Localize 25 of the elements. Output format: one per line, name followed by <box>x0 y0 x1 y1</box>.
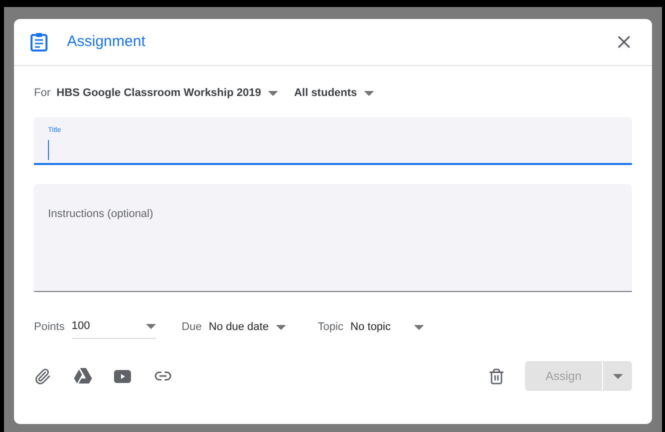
audience-dropdown[interactable]: All students <box>294 84 374 102</box>
setting-label: Points <box>34 320 65 335</box>
paperclip-icon[interactable] <box>34 368 51 384</box>
clipboard-icon <box>30 32 48 52</box>
instructions-field[interactable]: Instructions (optional) <box>34 184 632 292</box>
assign-options-button[interactable] <box>603 361 632 391</box>
for-label: For <box>34 86 50 101</box>
field-placeholder: Instructions (optional) <box>48 208 154 220</box>
setting-dropdown[interactable]: No due date <box>208 318 286 336</box>
caret-icon <box>414 324 424 330</box>
caret-icon <box>276 324 286 330</box>
setting-dropdown[interactable]: 100 <box>72 315 156 339</box>
delete-icon[interactable] <box>488 368 505 384</box>
setting-dropdown[interactable]: No topic <box>350 318 424 336</box>
caret-icon <box>364 90 374 96</box>
drive-icon[interactable] <box>74 368 92 384</box>
caret-icon <box>612 374 622 378</box>
video-icon[interactable] <box>114 370 131 382</box>
setting-label: Due <box>182 320 202 335</box>
dialog-title: Assignment <box>67 32 146 52</box>
course-dropdown[interactable]: HBS Google Classroom Workship 2019 <box>56 84 278 102</box>
caret-icon <box>146 324 156 329</box>
setting-label: Topic <box>318 320 344 335</box>
text-cursor <box>48 140 49 160</box>
caret-icon <box>268 90 278 96</box>
